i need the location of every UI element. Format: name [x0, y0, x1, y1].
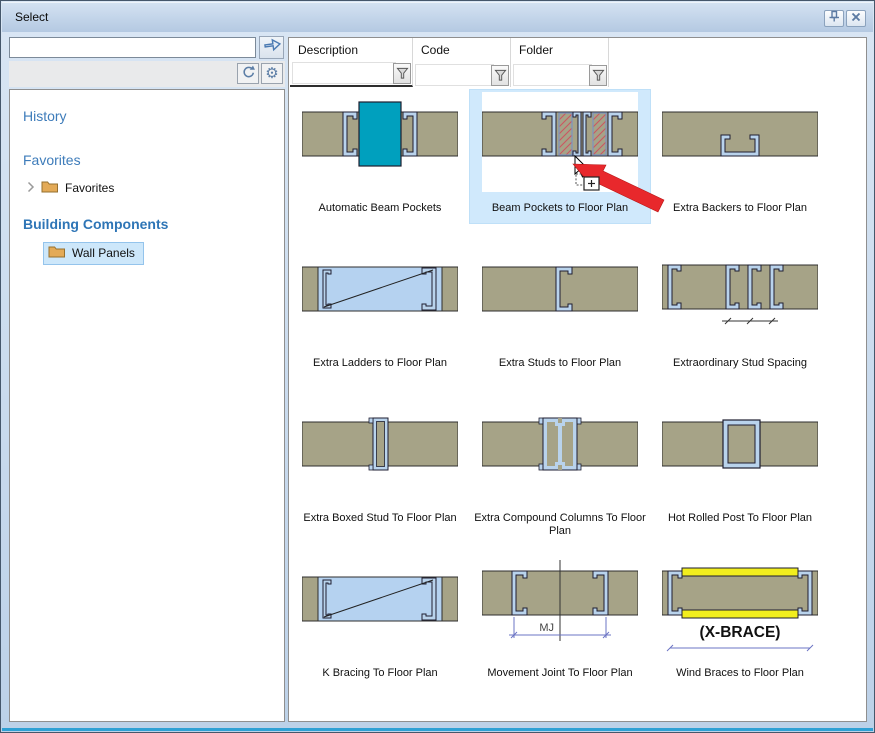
component-caption: Extra Boxed Stud To Floor Plan [292, 512, 468, 525]
close-button[interactable] [846, 10, 866, 27]
component-grid: Automatic Beam Pockets Beam Pockets to Fl… [289, 38, 866, 721]
sidebar-item-building-components[interactable]: Building Components [23, 216, 168, 232]
tree-item-label: Wall Panels [72, 246, 135, 260]
svg-text:MJ: MJ [539, 622, 554, 634]
component-item[interactable]: Extra Ladders to Floor Plan [290, 245, 470, 378]
component-caption: Extra Studs to Floor Plan [472, 357, 648, 370]
component-thumbnail [302, 402, 458, 502]
component-thumbnail [302, 92, 458, 192]
close-icon [850, 10, 862, 28]
pin-icon [827, 9, 841, 28]
folder-icon [41, 180, 59, 196]
component-thumbnail [662, 247, 818, 347]
component-item[interactable]: Hot Rolled Post To Floor Plan [650, 400, 830, 533]
title-bar[interactable]: Select [2, 2, 873, 32]
component-item[interactable]: K Bracing To Floor Plan [290, 555, 470, 688]
component-caption: Extra Compound Columns To Floor Plan [472, 512, 648, 538]
component-caption: Extraordinary Stud Spacing [652, 357, 828, 370]
search-input[interactable] [9, 37, 256, 58]
component-item[interactable]: Beam Pockets to Floor Plan [470, 90, 650, 223]
component-caption: Beam Pockets to Floor Plan [472, 202, 648, 215]
component-caption: Movement Joint To Floor Plan [472, 667, 648, 680]
component-thumbnail [662, 92, 818, 192]
component-thumbnail: MJ [482, 557, 638, 657]
component-thumbnail [482, 402, 638, 502]
component-thumbnail [482, 92, 638, 192]
component-thumbnail [482, 247, 638, 347]
sidebar-item-favorites[interactable]: Favorites [23, 152, 81, 168]
component-thumbnail: (X-BRACE) [662, 557, 818, 657]
pin-button[interactable] [824, 10, 844, 27]
folder-icon [48, 245, 66, 261]
component-caption: Extra Backers to Floor Plan [652, 202, 828, 215]
sidebar-item-history[interactable]: History [23, 108, 67, 124]
tree-item-label: Favorites [65, 181, 114, 195]
component-item[interactable]: Extraordinary Stud Spacing [650, 245, 830, 378]
refresh-button[interactable] [237, 63, 259, 84]
component-item[interactable]: Automatic Beam Pockets [290, 90, 470, 223]
settings-button[interactable]: ⚙ [261, 63, 283, 84]
component-item[interactable]: Extra Boxed Stud To Floor Plan [290, 400, 470, 533]
arrow-right-icon [262, 36, 282, 59]
component-list-panel: DescriptionCodeFolder Automatic Beam Poc… [288, 37, 867, 722]
gear-icon: ⚙ [265, 66, 278, 81]
component-caption: Extra Ladders to Floor Plan [292, 357, 468, 370]
component-item[interactable]: Extra Studs to Floor Plan [470, 245, 650, 378]
tree-item-wall-panels[interactable]: Wall Panels [43, 242, 144, 265]
component-thumbnail [302, 557, 458, 657]
component-item[interactable]: (X-BRACE) Wind Braces to Floor Plan [650, 555, 830, 688]
page-title: Select [15, 10, 48, 24]
component-caption: Automatic Beam Pockets [292, 202, 468, 215]
chevron-right-icon[interactable] [27, 181, 35, 196]
sidebar-toolstrip: ⚙ [9, 61, 285, 87]
tree-item-favorites[interactable]: Favorites [27, 180, 114, 196]
component-caption: K Bracing To Floor Plan [292, 667, 468, 680]
component-item[interactable]: Extra Backers to Floor Plan [650, 90, 830, 223]
refresh-icon [240, 63, 256, 84]
select-dialog: Select [0, 0, 875, 733]
component-item[interactable]: Extra Compound Columns To Floor Plan [470, 400, 650, 533]
component-thumbnail [302, 247, 458, 347]
component-item[interactable]: MJ Movement Joint To Floor Plan [470, 555, 650, 688]
component-caption: Hot Rolled Post To Floor Plan [652, 512, 828, 525]
component-tree: History Favorites Favorites Building Com… [9, 89, 285, 722]
search-go-button[interactable] [259, 36, 284, 59]
svg-text:(X-BRACE): (X-BRACE) [700, 624, 781, 641]
component-thumbnail [662, 402, 818, 502]
component-caption: Wind Braces to Floor Plan [652, 667, 828, 680]
window-bottom-edge [2, 728, 873, 731]
